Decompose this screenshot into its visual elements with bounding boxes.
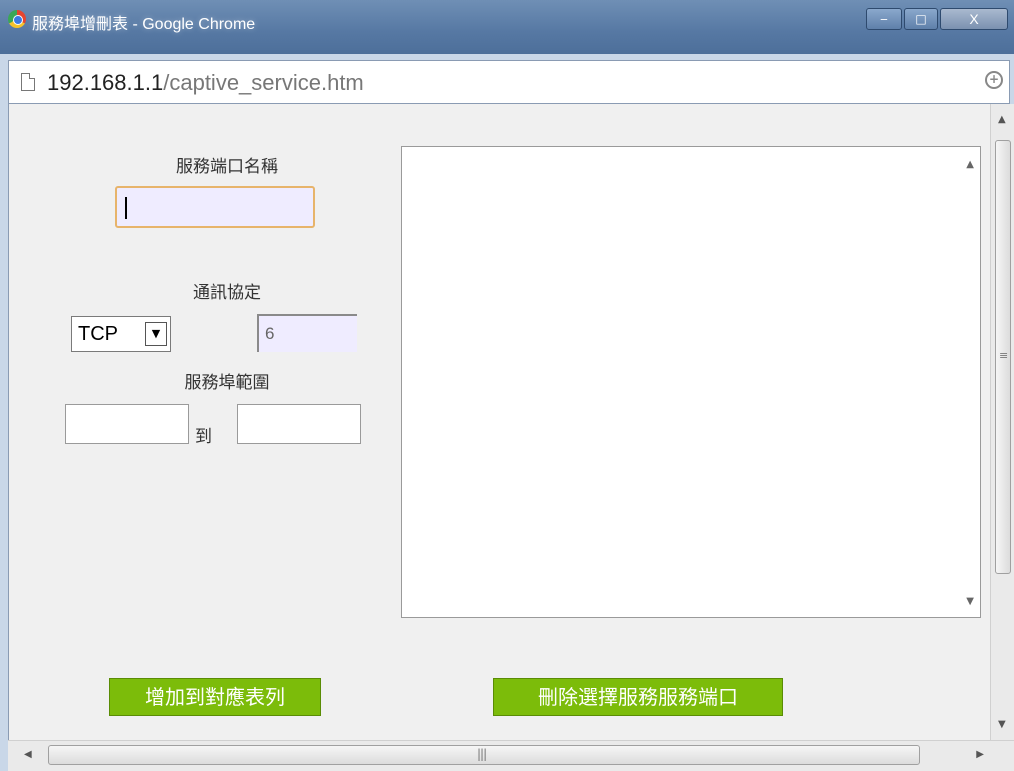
port-range-label: 服務埠範圍 [184,373,270,393]
port-from-input[interactable] [65,404,189,444]
grip-icon: ||| [477,747,487,761]
chrome-icon [8,10,26,28]
protocol-select[interactable]: TCP ▼ [71,316,171,352]
service-name-label: 服務端口名稱 [176,157,278,177]
port-range-to-label: 到 [195,427,212,447]
service-list[interactable]: ▲ ▼ [401,146,981,618]
url-text[interactable]: 192.168.1.1/captive_service.htm [47,70,364,96]
maximize-button[interactable]: □ [904,8,938,30]
scroll-up-icon[interactable]: ▲ [998,114,1006,125]
delete-selected-button[interactable]: 刪除選擇服務服務端口 [493,678,783,716]
vertical-scroll-thumb[interactable]: ≡ [995,140,1011,574]
protocol-number-value: 6 [265,324,275,343]
page-icon [21,73,35,91]
list-scroll-down-icon[interactable]: ▼ [966,596,974,607]
protocol-number-field: 6 [257,314,357,352]
protocol-label: 通訊協定 [193,283,261,303]
horizontal-scroll-thumb[interactable]: ||| [48,745,920,765]
window-title: 服務埠增刪表 - Google Chrome [32,16,256,33]
scroll-left-icon[interactable]: ◀ [24,749,32,760]
list-scroll-up-icon[interactable]: ▲ [966,159,974,170]
service-name-input[interactable] [115,186,315,228]
text-caret [125,197,127,219]
page-content: 服務端口名稱 通訊協定 TCP ▼ 6 服務埠範圍 到 ▲ ▼ 增加到對應表列 … [8,104,990,740]
url-path: /captive_service.htm [163,70,364,95]
zoom-icon[interactable]: + [985,71,1003,89]
window-titlebar: 服務埠增刪表 - Google Chrome ‒ □ X [0,0,1014,54]
protocol-selected-value: TCP [78,323,118,345]
chevron-down-icon[interactable]: ▼ [145,322,167,346]
grip-icon: ≡ [999,349,1009,362]
add-to-list-button[interactable]: 增加到對應表列 [109,678,321,716]
url-host: 192.168.1.1 [47,70,164,95]
scroll-down-icon[interactable]: ▼ [998,719,1006,730]
port-to-input[interactable] [237,404,361,444]
vertical-scrollbar[interactable]: ▲ ≡ ▼ [990,104,1014,740]
minimize-button[interactable]: ‒ [866,8,902,30]
close-button[interactable]: X [940,8,1008,30]
scroll-right-icon[interactable]: ▶ [976,749,984,760]
address-bar[interactable]: 192.168.1.1/captive_service.htm + [8,60,1010,104]
horizontal-scrollbar[interactable]: ◀ ||| ▶ [8,740,1014,771]
